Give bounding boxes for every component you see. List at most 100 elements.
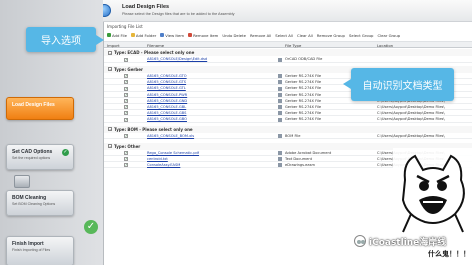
select-group-button[interactable]: Select Group <box>349 33 373 38</box>
add-file-button[interactable]: Add File <box>107 33 127 38</box>
step-subtitle: Finish Importing of Files <box>12 248 51 252</box>
step-finish-import[interactable]: Finish Import Finish Importing of Files <box>6 236 74 265</box>
file-type: BOM File <box>285 134 301 139</box>
group-row[interactable]: − Type: BOM - Please select only one <box>104 125 472 133</box>
step-title: Load Design Files <box>12 102 55 108</box>
filename-link[interactable]: A8165_CONSOLE.GTS <box>147 80 186 84</box>
wizard-header: Load Design Files Please select the Desi… <box>80 0 472 21</box>
remove-item-button[interactable]: Remove Item <box>188 33 218 38</box>
filename-link[interactable]: A8165_CONSOLE.GBO <box>147 117 187 121</box>
file-type: Gerber RS-274X File <box>285 104 322 109</box>
collapse-icon[interactable]: − <box>108 50 112 55</box>
step-title: Finish Import <box>12 241 44 247</box>
group-label: Type: Other <box>114 143 141 149</box>
wechat-icon <box>354 235 366 247</box>
group-label: Type: Gerber <box>114 66 143 72</box>
table-row[interactable]: ✓ A8165_CONSOLE_BOM.xls BOM File C:\Users\A… <box>104 133 472 140</box>
select-all-button[interactable]: Select All <box>275 33 293 38</box>
step-subtitle: Set BOM Cleaning Options <box>12 202 56 206</box>
filename-link[interactable]: A8165_CONSOLE.GTL <box>147 86 186 90</box>
group-label: Type: BOM - Please select only one <box>114 126 193 132</box>
filename-link[interactable]: A8165_CONSOLE.GBS <box>147 111 186 115</box>
import-checkbox[interactable]: ✓ <box>124 99 128 103</box>
file-type: Gerber RS-274X File <box>285 111 322 116</box>
group-row[interactable]: − Type: ECAD - Please select only one <box>104 49 472 56</box>
filename-link[interactable]: A8165_CONSOLE.GBL <box>147 105 186 109</box>
import-checkbox[interactable]: ✓ <box>124 163 128 168</box>
add-file-icon <box>107 33 111 37</box>
filename-link[interactable]: A8165_CONSOLE.GTO <box>147 74 187 78</box>
step-set-cad-options[interactable]: ✓ Set CAD Options Set the required optio… <box>6 144 74 170</box>
import-checkbox[interactable]: ✓ <box>124 57 128 62</box>
add-folder-button[interactable]: Add Folder <box>130 33 156 38</box>
file-icon <box>278 92 282 97</box>
import-checkbox[interactable]: ✓ <box>124 105 128 110</box>
clear-group-button[interactable]: Clear Group <box>377 33 400 38</box>
step-title: Set CAD Options <box>12 149 53 155</box>
filename-link[interactable]: Rega_Console Schematic.pdf <box>147 151 199 155</box>
filename-link[interactable]: A8165_CONSOLE.GND <box>147 99 187 103</box>
import-checkbox[interactable]: ✓ <box>124 86 128 91</box>
file-location: C:\Users\Aoypcd\Desktop\Demo Files\ <box>377 117 445 122</box>
import-checkbox[interactable]: ✓ <box>124 74 128 79</box>
file-type: OrCAD ODB/CAD File <box>285 57 323 62</box>
filename-link[interactable]: A8165_CONSOLE_BOM.xls <box>147 134 194 138</box>
filename-link[interactable]: centroid.txt <box>147 157 168 161</box>
meme-face-image <box>393 148 472 236</box>
filename-link[interactable]: A8165_CONSOLE.PWR <box>147 93 187 97</box>
file-location: C:\Users\Aoypcd\Desktop\Demo Files\ <box>377 104 445 109</box>
col-location[interactable]: Location <box>377 43 393 48</box>
file-type: eDrawings.easm <box>285 163 315 168</box>
import-checkbox[interactable]: ✓ <box>124 92 128 97</box>
file-type: Gerber RS-274X File <box>285 117 322 122</box>
file-icon <box>278 163 282 168</box>
filename-link[interactable]: ConsoleAssy.EASM <box>147 163 180 167</box>
col-filename[interactable]: Filename <box>147 43 164 48</box>
finish-check-icon: ✓ <box>84 220 98 234</box>
file-icon <box>278 157 282 162</box>
view-icon <box>160 33 165 37</box>
table-row[interactable]: ✓ A8165_CONSOLE.GBS Gerber RS-274X File C:\… <box>104 110 472 117</box>
bom-icon <box>14 175 30 188</box>
remove-all-button[interactable]: Remove All <box>250 33 271 38</box>
file-type: Gerber RS-274X File <box>285 86 322 91</box>
file-icon <box>278 80 282 85</box>
group-title: Importing File List <box>107 24 143 29</box>
file-icon <box>278 74 282 79</box>
file-type: Gerber RS-274X File <box>285 80 322 85</box>
import-checkbox[interactable]: ✓ <box>124 157 128 162</box>
collapse-icon[interactable]: − <box>108 67 112 72</box>
remove-icon <box>188 33 193 37</box>
collapse-icon[interactable]: − <box>108 127 112 132</box>
file-type: Text Document <box>285 156 313 161</box>
col-filetype[interactable]: File Type <box>285 43 301 48</box>
filename-link[interactable]: A8165_CONSOLE/Design\Edit.dsd <box>147 57 207 61</box>
file-icon <box>278 86 282 91</box>
collapse-icon[interactable]: − <box>108 144 112 148</box>
file-location: C:\Users\Aoypcd\Desktop\Demo Files\ <box>377 134 445 139</box>
import-checkbox[interactable]: ✓ <box>124 117 128 122</box>
file-icon <box>278 57 282 62</box>
file-icon <box>278 99 282 103</box>
file-location: C:\Users\Aoypcd\Desktop\Demo Files\ <box>377 111 445 116</box>
callout-auto-detect: 自动识别文档类型 <box>343 68 454 101</box>
group-label: Type: ECAD - Please select only one <box>114 50 195 55</box>
step-load-design-files[interactable]: Load Design Files <box>6 97 74 120</box>
clear-all-button[interactable]: Clear All <box>297 33 313 38</box>
table-row[interactable]: ✓ A8165_CONSOLE/Design\Edit.dsd OrCAD ODB/… <box>104 57 472 63</box>
import-checkbox[interactable]: ✓ <box>124 111 128 116</box>
import-checkbox[interactable]: ✓ <box>124 80 128 85</box>
table-row[interactable]: ✓ A8165_CONSOLE.GBO Gerber RS-274X File C:\… <box>104 117 472 123</box>
import-checkbox[interactable]: ✓ <box>124 134 128 139</box>
step-subtitle: Set the required options <box>12 156 51 160</box>
undo-delete-button[interactable]: Undo Delete <box>222 33 246 38</box>
file-icon <box>278 105 282 110</box>
remove-group-button[interactable]: Remove Group <box>317 33 345 38</box>
file-type: Gerber RS-274X File <box>285 73 322 78</box>
import-checkbox[interactable]: ✓ <box>124 151 128 155</box>
col-import[interactable]: Import <box>107 43 120 48</box>
file-type: Adobe Acrobat Document <box>285 150 332 155</box>
view-item-button[interactable]: View Item <box>160 33 184 38</box>
step-bom-cleaning[interactable]: BOM Cleaning Set BOM Cleaning Options <box>6 190 74 216</box>
table-row[interactable]: ✓ A8165_CONSOLE.GBL Gerber RS-274X File C:\… <box>104 104 472 111</box>
